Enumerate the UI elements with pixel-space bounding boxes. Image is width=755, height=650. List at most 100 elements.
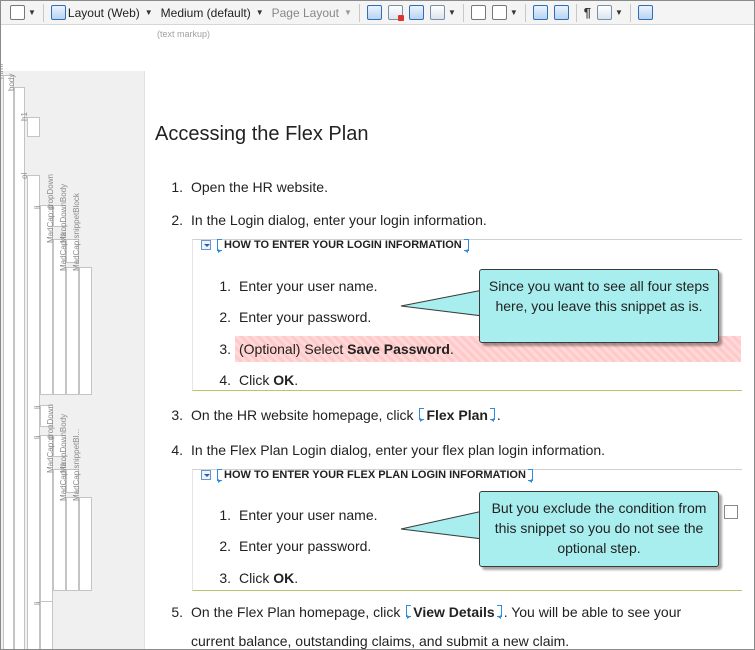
structure-label: li [33, 435, 42, 439]
page-title: Accessing the Flex Plan [155, 123, 369, 145]
editor-toolbar: ▼ Layout (Web) ▼ Medium (default) ▼ Page L… [1, 1, 754, 25]
step-text: Open the HR website. [191, 179, 328, 195]
tag-bracket-icon [489, 408, 495, 422]
medium-dropdown[interactable]: Medium (default) ▼ [156, 3, 267, 23]
callout-pointer-2 [400, 510, 484, 540]
step-text: (Optional) Select Save Password. [239, 341, 454, 357]
text-icon [491, 5, 507, 20]
tag-bracket-icon [463, 239, 469, 253]
structure-label: li [33, 601, 42, 605]
chevron-down-icon: ▼ [615, 8, 623, 17]
step-number: 5. [171, 604, 183, 620]
step-number: 3. [171, 407, 183, 423]
step-number: 2. [219, 538, 231, 554]
collapse-toggle-icon[interactable] [201, 470, 211, 480]
step-text: On the Flex Plan homepage, click View De… [191, 604, 681, 620]
structure-label: MadCap:dropDownBody [59, 183, 68, 271]
step-text-part: . [496, 407, 501, 423]
step-text-part: (Optional) Select [239, 341, 348, 357]
formula-button[interactable] [468, 3, 489, 23]
callout-pointer-1 [400, 289, 484, 317]
layout-label: Layout (Web) [67, 5, 140, 20]
structure-label: li [33, 405, 42, 409]
doc-view-button[interactable] [364, 3, 385, 23]
structure-bar-snippet-block[interactable]: MadCap:snippetBlock [72, 193, 92, 395]
link-button[interactable] [530, 3, 551, 23]
toolbar-separator [462, 3, 464, 22]
callout-text: But you exclude the condition from this … [491, 500, 707, 556]
markup-bar: (text markup) [1, 26, 754, 71]
xref-button[interactable] [551, 3, 572, 23]
text-button[interactable]: ▼ [489, 3, 521, 23]
show-marks-button[interactable]: ¶ [581, 3, 594, 23]
ui-term: OK [273, 570, 295, 586]
step-number: 3. [219, 341, 231, 357]
structure-label: h1 [20, 112, 29, 121]
structure-label: html [0, 63, 5, 79]
medium-label: Medium (default) [160, 5, 251, 20]
zoom-button[interactable]: ▼ [7, 3, 39, 23]
structure-bar-dropdown-body[interactable]: MadCap:dropDownBody [59, 184, 79, 395]
structure-label: li [33, 205, 42, 209]
link-icon [532, 5, 548, 20]
toolbar-separator [42, 3, 44, 22]
image-button[interactable] [406, 3, 427, 23]
step-number: 2. [219, 309, 231, 325]
chevron-down-icon: ▼ [447, 8, 456, 17]
pilcrow-icon: ¶ [583, 5, 592, 20]
structure-bar-h1[interactable]: h1 [20, 112, 40, 137]
callout-text: Since you want to see all four steps her… [488, 278, 710, 314]
structure-label: MadCap:dropDown [46, 404, 55, 473]
structure-bar-html[interactable]: html [1, 64, 14, 649]
step-text: current balance, outstanding claims, and… [191, 633, 570, 649]
structure-bar-ol[interactable]: ol [20, 173, 40, 649]
xref-icon [553, 5, 569, 20]
chevron-down-icon: ▼ [28, 8, 36, 17]
page-layout-label: Page Layout [271, 5, 340, 20]
condition-icon [429, 5, 445, 20]
snippet-heading-2[interactable]: HOW TO ENTER YOUR FLEX PLAN LOGIN INFORM… [201, 469, 535, 483]
step-number: 4. [171, 442, 183, 458]
step-text: Enter your password. [239, 538, 372, 554]
tag-bracket-icon [406, 605, 412, 619]
doc-view-icon [366, 5, 382, 20]
tag-bracket-icon [527, 469, 533, 483]
ui-term: Flex Plan [426, 407, 488, 423]
step-text: On the HR website homepage, click Flex P… [191, 407, 501, 423]
step-text-part: . You will be able to see your [503, 604, 682, 620]
structure-label: ol [20, 172, 29, 179]
structure-bar-snippet-block[interactable]: MadCap:snippetBl... [72, 429, 92, 591]
step-text-part: . [294, 372, 299, 388]
page-layout-dropdown[interactable]: Page Layout ▼ [267, 3, 355, 23]
callout-2: But you exclude the condition from this … [479, 491, 719, 567]
toolbar-separator [358, 3, 360, 22]
chevron-down-icon: ▼ [509, 8, 518, 17]
structure-bar-li[interactable]: li [33, 601, 53, 649]
step-number: 2. [171, 212, 183, 228]
step-text-part: Click [239, 372, 274, 388]
collapse-toggle-icon[interactable] [201, 240, 211, 250]
tag-bracket-icon [496, 605, 502, 619]
eye-icon [597, 5, 613, 20]
print-view-icon [387, 5, 404, 21]
step-number: 1. [219, 278, 231, 294]
step-text-part: . [294, 570, 299, 586]
print-view-button[interactable] [385, 3, 406, 23]
structure-bar-dropdown-body[interactable]: MadCap:dropDownBody [59, 414, 79, 591]
step-text: In the Login dialog, enter your login in… [191, 212, 487, 228]
structure-label: MadCap:snippetBl... [72, 428, 81, 501]
snippet-edit-icon[interactable] [724, 505, 738, 519]
ui-term: Save Password [347, 341, 450, 357]
image-icon [408, 5, 424, 20]
structure-bar-body[interactable]: body [7, 74, 25, 649]
condition-button[interactable]: ▼ [427, 3, 459, 23]
step-text: Enter your user name. [239, 278, 378, 294]
insert-button[interactable] [635, 3, 656, 23]
chevron-down-icon: ▼ [344, 8, 352, 17]
structure-label: body [7, 73, 16, 91]
snippet-heading-1[interactable]: HOW TO ENTER YOUR LOGIN INFORMATION [201, 239, 471, 253]
layout-dropdown[interactable]: Layout (Web) ▼ [48, 3, 156, 23]
ui-term: OK [273, 372, 295, 388]
structure-label: MadCap:dropDown [46, 174, 55, 243]
show-tags-button[interactable]: ▼ [594, 3, 626, 23]
